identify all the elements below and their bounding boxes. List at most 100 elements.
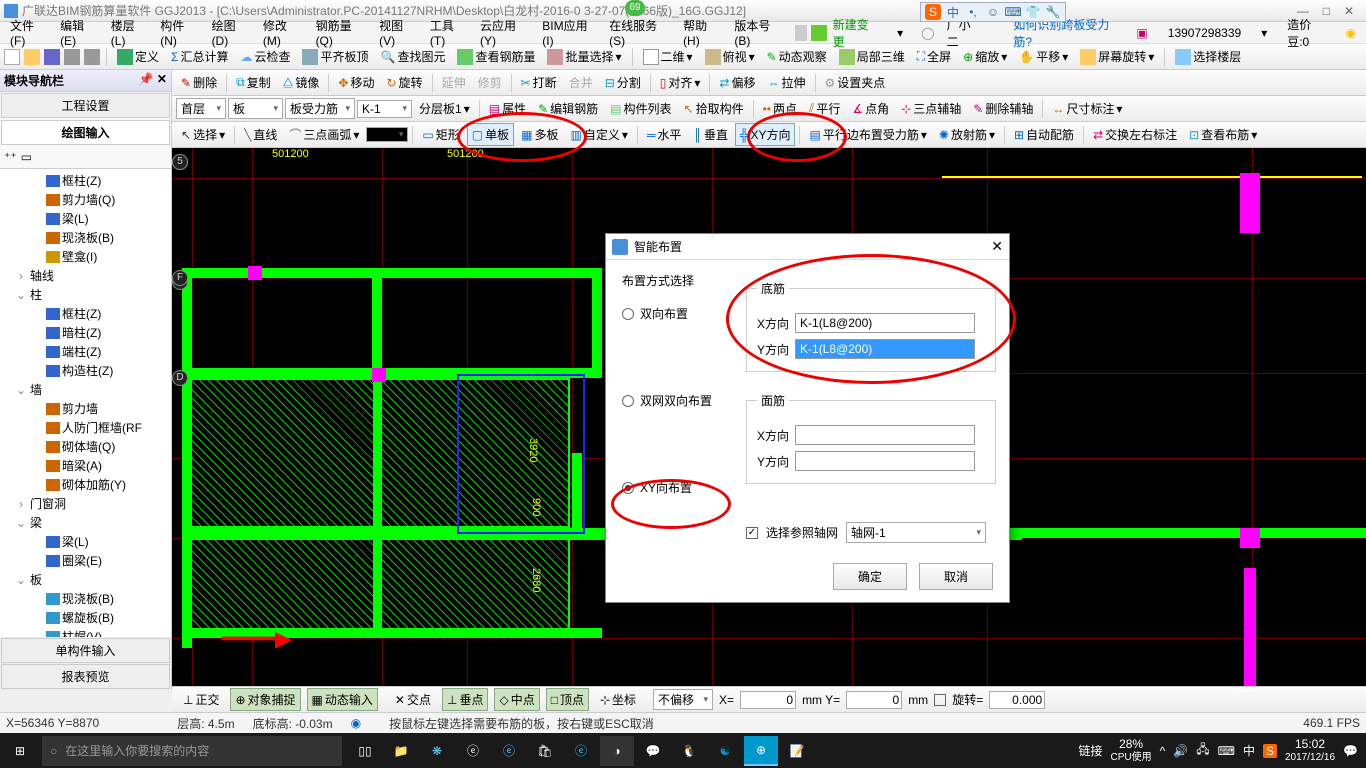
split-button[interactable]: ⊟分割 bbox=[600, 71, 646, 94]
menu-file[interactable]: 文件(F) bbox=[4, 17, 54, 48]
y-input[interactable] bbox=[846, 691, 902, 709]
ok-button[interactable]: 确定 bbox=[833, 563, 907, 590]
horiz-button[interactable]: ═水平 bbox=[642, 123, 687, 146]
auto-rebar-button[interactable]: ⊞自动配筋 bbox=[1009, 123, 1079, 146]
view-rebar-button[interactable]: 查看钢筋量 bbox=[453, 46, 539, 67]
menu-view[interactable]: 视图(V) bbox=[373, 17, 424, 48]
tree-item[interactable]: 壁龛(I) bbox=[2, 247, 169, 266]
vertex-toggle[interactable]: □ 顶点 bbox=[546, 688, 589, 711]
define-button[interactable]: 定义 bbox=[113, 46, 163, 67]
align-top-button[interactable]: 平齐板顶 bbox=[298, 46, 372, 67]
cancel-button[interactable]: 取消 bbox=[919, 563, 993, 590]
select-floor-button[interactable]: 选择楼层 bbox=[1171, 46, 1245, 67]
top-y-input[interactable] bbox=[795, 451, 975, 471]
menu-bim[interactable]: BIM应用(I) bbox=[536, 17, 603, 48]
search-box[interactable]: ○ 在这里输入你要搜索的内容 bbox=[42, 736, 342, 766]
sum-button[interactable]: Σ汇总计算 bbox=[167, 46, 232, 67]
point-angle-button[interactable]: ∡点角 bbox=[847, 97, 894, 120]
tray-link[interactable]: 链接 bbox=[1079, 742, 1103, 759]
rotate-screen-button[interactable]: 屏幕旋转▾ bbox=[1076, 46, 1158, 67]
menu-online[interactable]: 在线服务(S) bbox=[603, 17, 677, 48]
radio-bidir[interactable]: 双向布置 bbox=[622, 305, 742, 322]
tree-item[interactable]: 暗柱(Z) bbox=[2, 323, 169, 342]
new-icon[interactable] bbox=[4, 49, 20, 65]
name-select[interactable]: K-1 bbox=[357, 100, 412, 118]
coord-toggle[interactable]: ⊹ 坐标 bbox=[595, 688, 641, 711]
fullscreen-button[interactable]: ⛶全屏 bbox=[913, 46, 955, 67]
ref-grid-checkbox[interactable]: ✓ bbox=[746, 527, 758, 539]
intersect-toggle[interactable]: ✕ 交点 bbox=[390, 688, 436, 711]
tree-item[interactable]: 梁(L) bbox=[2, 532, 169, 551]
ie2-icon[interactable]: ⓔ bbox=[564, 736, 598, 766]
ggj-icon[interactable]: ⊕ bbox=[744, 736, 778, 766]
ref-grid-select[interactable]: 轴网-1 bbox=[846, 522, 986, 543]
tree-item[interactable]: ⌄柱 bbox=[2, 285, 169, 304]
task-view-icon[interactable]: ▯▯ bbox=[348, 736, 382, 766]
menu-help[interactable]: 帮助(H) bbox=[677, 17, 728, 48]
move-button[interactable]: ✥移动 bbox=[333, 71, 379, 94]
tray-net-icon[interactable]: 🖧 bbox=[1196, 740, 1209, 761]
tree-item[interactable]: 剪力墙 bbox=[2, 399, 169, 418]
midpoint-toggle[interactable]: ◇ 中点 bbox=[494, 688, 539, 711]
redo-icon[interactable] bbox=[84, 49, 100, 65]
tree-item[interactable]: 端柱(Z) bbox=[2, 342, 169, 361]
tree-item[interactable]: 框柱(Z) bbox=[2, 171, 169, 190]
line-tool[interactable]: ╲直线 bbox=[239, 123, 282, 146]
vert-button[interactable]: ║垂直 bbox=[688, 123, 733, 146]
tree-item[interactable]: 砌体墙(Q) bbox=[2, 437, 169, 456]
x-input[interactable] bbox=[740, 691, 796, 709]
menu-floor[interactable]: 楼层(L) bbox=[105, 17, 154, 48]
tree-item[interactable]: 框柱(Z) bbox=[2, 304, 169, 323]
two-point-button[interactable]: ••两点 bbox=[758, 97, 802, 120]
start-button[interactable]: ⊞ bbox=[0, 733, 40, 768]
break-button[interactable]: ✂打断 bbox=[516, 71, 562, 94]
grip-button[interactable]: ⚙设置夹点 bbox=[820, 71, 891, 94]
tree-item[interactable]: 现浇板(B) bbox=[2, 228, 169, 247]
pick-comp-button[interactable]: ↖拾取构件 bbox=[679, 97, 749, 120]
dialog-close-button[interactable]: ✕ bbox=[991, 238, 1003, 255]
single-panel-tool[interactable]: ▢单板 bbox=[467, 123, 514, 146]
comp-list-button[interactable]: ▤构件列表 bbox=[605, 97, 676, 120]
tab-draw-input[interactable]: 绘图输入 bbox=[1, 120, 170, 145]
tree-item[interactable]: ⌄板 bbox=[2, 570, 169, 589]
edge-layout-button[interactable]: ▤平行边布置受力筋▾ bbox=[804, 123, 931, 146]
qq-icon[interactable]: ☯ bbox=[708, 736, 742, 766]
perp-toggle[interactable]: ⊥ 垂点 bbox=[442, 688, 488, 711]
radio-xy[interactable]: XY向布置 bbox=[622, 479, 742, 496]
notification-icon[interactable]: 💬 bbox=[1343, 744, 1358, 758]
clock-time[interactable]: 15:02 bbox=[1285, 738, 1335, 751]
open-icon[interactable] bbox=[24, 49, 40, 65]
windows-taskbar[interactable]: ⊞ ○ 在这里输入你要搜索的内容 ▯▯ 📁 ❋ ⓔ ⓔ 🛍 ⓔ ◑ 💬 🐧 ☯ … bbox=[0, 733, 1366, 768]
dimension-button[interactable]: ↔尺寸标注▾ bbox=[1047, 97, 1127, 120]
tree-expand-icon[interactable]: ⁺⁺ bbox=[4, 150, 17, 164]
menu-draw[interactable]: 绘图(D) bbox=[206, 17, 257, 48]
tree-item[interactable]: 现浇板(B) bbox=[2, 589, 169, 608]
tree-item[interactable]: ›轴线 bbox=[2, 266, 169, 285]
align-button[interactable]: ▯对齐▾ bbox=[655, 71, 706, 94]
rect-tool[interactable]: ▭矩形 bbox=[417, 123, 464, 146]
explorer-icon[interactable]: 📁 bbox=[384, 736, 418, 766]
three-point-button[interactable]: ⊹三点辅轴 bbox=[896, 97, 966, 120]
2d-button[interactable]: 二维▾ bbox=[639, 46, 697, 67]
floor-select[interactable]: 首层 bbox=[176, 98, 226, 119]
account-number[interactable]: 13907298339 bbox=[1162, 26, 1247, 40]
menubar[interactable]: 文件(F) 编辑(E) 楼层(L) 构件(N) 绘图(D) 修改(M) 钢筋量(… bbox=[0, 22, 1366, 44]
linetype-select[interactable] bbox=[366, 127, 408, 142]
bottom-x-input[interactable] bbox=[795, 313, 975, 333]
top-x-input[interactable] bbox=[795, 425, 975, 445]
menu-edit[interactable]: 编辑(E) bbox=[54, 17, 105, 48]
zoom-button[interactable]: ⊕缩放▾ bbox=[959, 46, 1011, 67]
category-select[interactable]: 板 bbox=[228, 98, 283, 119]
ime-emoji[interactable]: ☺ bbox=[985, 4, 1001, 20]
offset-select[interactable]: 不偏移 bbox=[653, 689, 713, 710]
ime-settings[interactable]: 🔧 bbox=[1045, 4, 1061, 20]
menu-rebar[interactable]: 钢筋量(Q) bbox=[310, 17, 374, 48]
mirror-button[interactable]: ⧋镜像 bbox=[278, 71, 325, 94]
find-button[interactable]: 🔍查找图元 bbox=[376, 46, 449, 67]
swap-label-button[interactable]: ⇄交换左右标注 bbox=[1088, 123, 1182, 146]
tray-sogou[interactable]: S bbox=[1263, 744, 1277, 758]
tree-item[interactable]: 构造柱(Z) bbox=[2, 361, 169, 380]
tree-item[interactable]: ⌄墙 bbox=[2, 380, 169, 399]
tree-item[interactable]: 螺旋板(B) bbox=[2, 608, 169, 627]
tree-item[interactable]: 人防门框墙(RF bbox=[2, 418, 169, 437]
